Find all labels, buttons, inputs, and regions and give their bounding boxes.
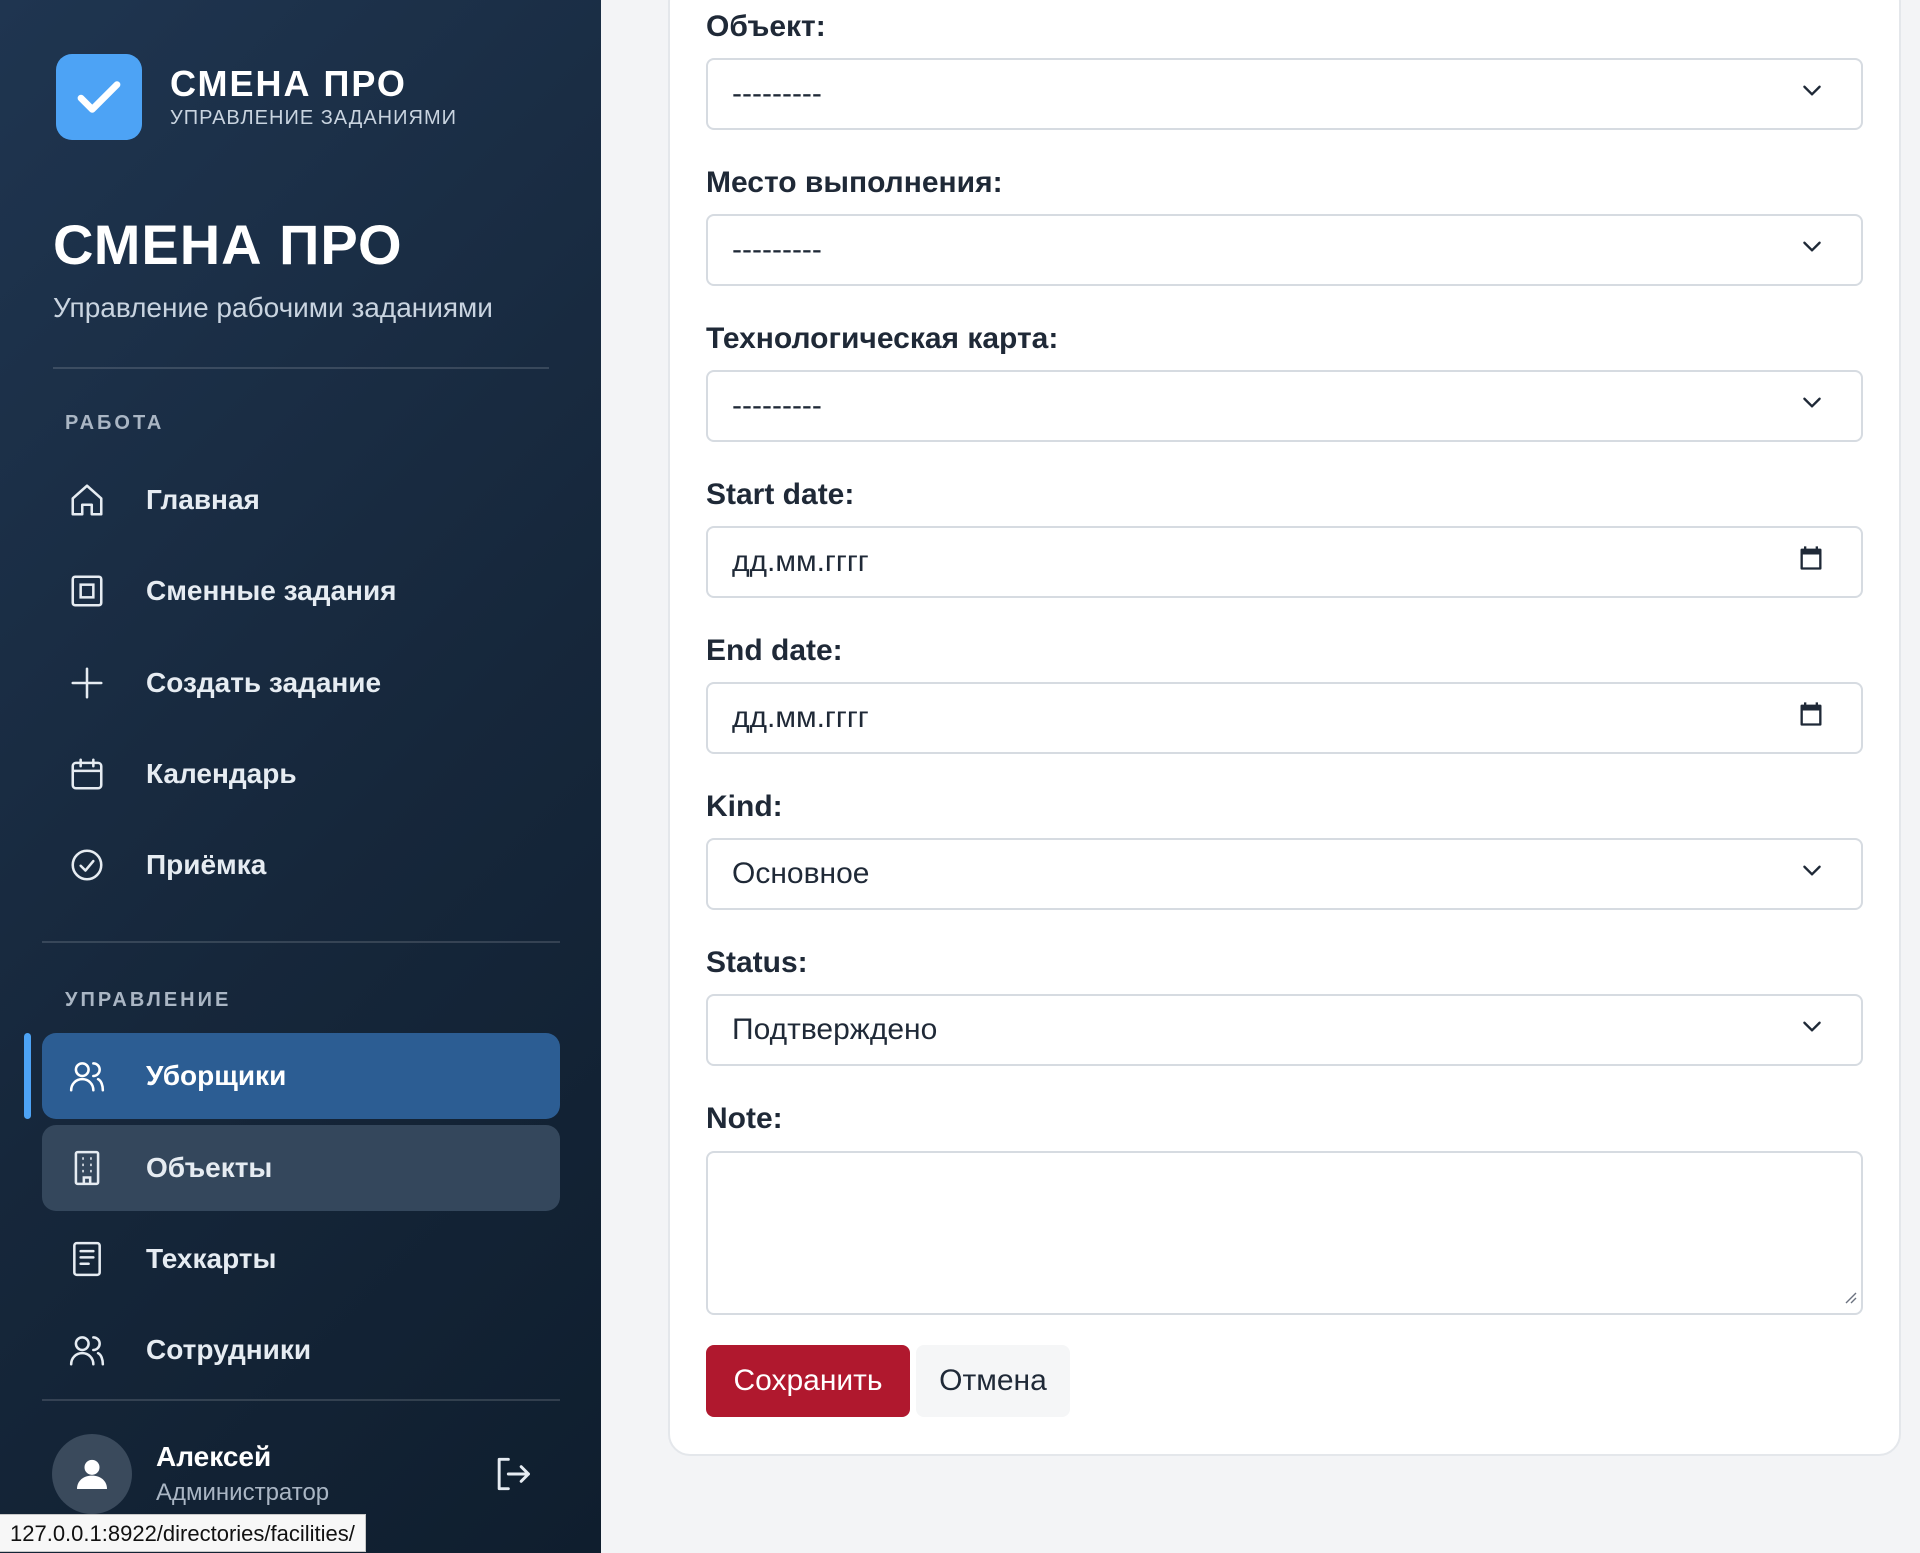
techcard-select[interactable]: --------- (706, 370, 1863, 442)
user-name: Алексей (156, 1441, 272, 1472)
chevron-down-icon (1799, 389, 1825, 423)
chevron-down-icon (1799, 1013, 1825, 1047)
user-profile[interactable]: Алексей Администратор (52, 1434, 329, 1514)
object-select-value: --------- (732, 77, 822, 110)
place-label: Место выполнения: (706, 166, 1003, 199)
end-date-input[interactable]: дд.мм.гггг (706, 682, 1863, 754)
kind-label: Kind: (706, 790, 783, 823)
users-icon (66, 1329, 108, 1371)
section-label-work: РАБОТА (65, 412, 165, 434)
calendar-icon[interactable] (1797, 544, 1825, 580)
sidebar-item-employees[interactable]: Сотрудники (42, 1307, 560, 1393)
sidebar-item-shift-tasks[interactable]: Сменные задания (42, 548, 560, 634)
sidebar-item-label: Сменные задания (146, 575, 397, 606)
place-select-value: --------- (732, 233, 822, 266)
note-label: Note: (706, 1102, 783, 1135)
chevron-down-icon (1799, 233, 1825, 267)
section-label-manage: УПРАВЛЕНИЕ (65, 989, 232, 1011)
kind-select-value: Основное (732, 857, 870, 890)
sidebar-item-facilities[interactable]: Объекты (42, 1125, 560, 1211)
end-date-placeholder: дд.мм.гггг (732, 701, 869, 734)
chevron-down-icon (1799, 77, 1825, 111)
sidebar-subtitle: Управление рабочими заданиями (53, 292, 493, 323)
checkmark-logo-icon (56, 54, 142, 140)
techcard-select-value: --------- (732, 389, 822, 422)
sidebar-item-home[interactable]: Главная (42, 457, 560, 543)
status-select[interactable]: Подтверждено (706, 994, 1863, 1066)
sidebar-item-label: Создать задание (146, 667, 382, 698)
user-role: Администратор (156, 1479, 330, 1506)
sidebar-item-techcards[interactable]: Техкарты (42, 1216, 560, 1302)
object-label: Объект: (706, 10, 826, 43)
brand-subtitle: УПРАВЛЕНИЕ ЗАДАНИЯМИ (170, 107, 457, 130)
brand[interactable]: СМЕНА ПРО УПРАВЛЕНИЕ ЗАДАНИЯМИ (56, 54, 457, 140)
square-icon (66, 570, 108, 612)
sidebar-item-label: Объекты (146, 1152, 273, 1183)
techcard-label: Технологическая карта: (706, 322, 1059, 355)
sidebar-item-create-task[interactable]: Создать задание (42, 640, 560, 726)
end-date-label: End date: (706, 634, 843, 667)
sidebar-item-calendar[interactable]: Календарь (42, 731, 560, 817)
status-select-value: Подтверждено (732, 1013, 938, 1046)
active-indicator (24, 1033, 31, 1119)
object-select[interactable]: --------- (706, 58, 1863, 130)
chevron-down-icon (1799, 857, 1825, 891)
sidebar-item-acceptance[interactable]: Приёмка (42, 822, 560, 908)
divider (53, 367, 549, 369)
home-icon (66, 479, 108, 521)
sidebar-item-label: Техкарты (146, 1243, 277, 1274)
users-icon (66, 1055, 108, 1097)
sidebar: СМЕНА ПРО УПРАВЛЕНИЕ ЗАДАНИЯМИ СМЕНА ПРО… (0, 0, 601, 1553)
status-bar-url: 127.0.0.1:8922/directories/facilities/ (0, 1514, 366, 1552)
sidebar-item-label: Уборщики (146, 1060, 287, 1091)
status-label: Status: (706, 946, 808, 979)
document-icon (66, 1238, 108, 1280)
sidebar-title: СМЕНА ПРО (53, 213, 403, 276)
sidebar-item-cleaners[interactable]: Уборщики (42, 1033, 560, 1119)
start-date-input[interactable]: дд.мм.гггг (706, 526, 1863, 598)
place-select[interactable]: --------- (706, 214, 1863, 286)
building-icon (66, 1147, 108, 1189)
kind-select[interactable]: Основное (706, 838, 1863, 910)
sidebar-item-label: Приёмка (146, 849, 267, 880)
start-date-placeholder: дд.мм.гггг (732, 545, 869, 578)
resize-handle-icon[interactable] (1841, 1288, 1857, 1309)
calendar-icon[interactable] (1797, 700, 1825, 736)
note-textarea[interactable] (706, 1151, 1863, 1315)
divider (42, 941, 560, 943)
sidebar-item-label: Календарь (146, 758, 297, 789)
brand-name: СМЕНА ПРО (170, 62, 407, 104)
divider (42, 1399, 560, 1401)
start-date-label: Start date: (706, 478, 855, 511)
check-circle-icon (66, 844, 108, 886)
plus-icon (66, 662, 108, 704)
sidebar-item-label: Сотрудники (146, 1334, 312, 1365)
avatar (52, 1434, 132, 1514)
sidebar-item-label: Главная (146, 484, 260, 515)
save-button[interactable]: Сохранить (706, 1345, 910, 1417)
logout-icon[interactable] (490, 1452, 534, 1496)
cancel-button[interactable]: Отмена (916, 1345, 1070, 1417)
calendar-icon (66, 753, 108, 795)
